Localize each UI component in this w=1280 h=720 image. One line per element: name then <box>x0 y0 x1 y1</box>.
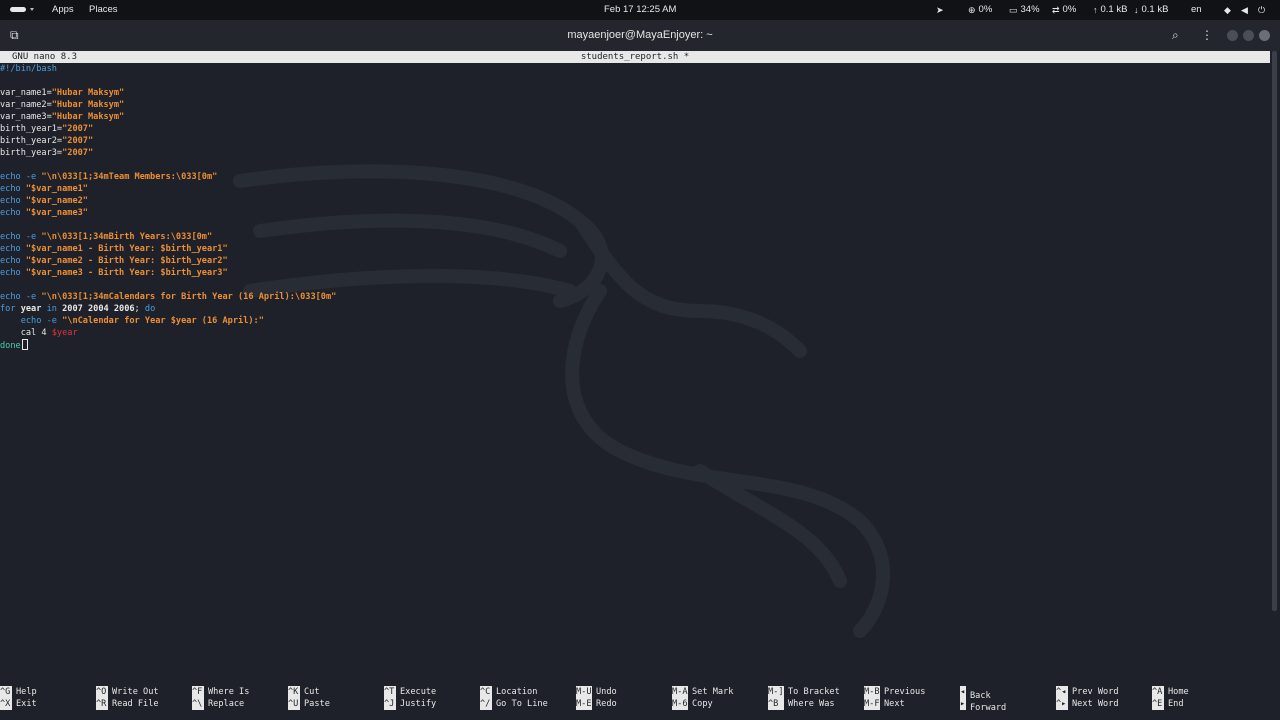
shortcut-setmark-copy[interactable]: M-A Set Mark M-6 Copy <box>672 686 733 710</box>
minimize-icon[interactable] <box>1227 30 1238 41</box>
code-line: birth_year2="2007" <box>0 136 94 146</box>
shortcut-undo-redo[interactable]: M-U Undo M-E Redo <box>576 686 617 710</box>
shortcut-writeout-readfile[interactable]: ^O Write Out ^R Read File <box>96 686 159 710</box>
code-line: #!/bin/bash <box>0 64 57 74</box>
maximize-icon[interactable] <box>1243 30 1254 41</box>
upload-icon: ↑ <box>1093 5 1098 15</box>
net-up-indicator[interactable]: ↑ 0.1 kB <box>1093 0 1127 20</box>
language-indicator[interactable]: en <box>1191 0 1202 20</box>
code-line: echo "$var_name1" <box>0 184 88 194</box>
code-line: echo "$var_name1 - Birth Year: $birth_ye… <box>0 244 228 254</box>
code-line: echo -e "\n\033[1;34mBirth Years:\033[0m… <box>0 232 213 242</box>
places-menu[interactable]: Places <box>89 0 118 20</box>
clock[interactable]: Feb 17 12:25 AM <box>604 0 676 20</box>
code-line: echo "$var_name3 - Birth Year: $birth_ye… <box>0 268 228 278</box>
code-line: var_name1="Hubar Maksym" <box>0 88 125 98</box>
chevron-down-icon[interactable] <box>30 8 34 11</box>
close-icon[interactable] <box>1259 30 1270 41</box>
code-line: echo -e "\n\033[1;34mTeam Members:\033[0… <box>0 172 218 182</box>
cpu-indicator[interactable]: ⊕ 0% <box>968 0 992 20</box>
activities-icon[interactable] <box>10 7 26 12</box>
code-line: var_name3="Hubar Maksym" <box>0 112 125 122</box>
code-line: echo -e "\n\033[1;34mCalendars for Birth… <box>0 292 337 302</box>
shortcut-back-forward[interactable]: ◂ Back ▸ Forward <box>960 686 1006 713</box>
search-icon[interactable]: ⌕ <box>1172 20 1179 51</box>
shortcut-location-gotoline[interactable]: ^C Location ^/Go To Line <box>480 686 548 710</box>
shortcut-whereis-replace[interactable]: ^F Where Is ^\ Replace <box>192 686 249 710</box>
shortcut-help-exit[interactable]: ^G Help ^X Exit <box>0 686 37 710</box>
apps-menu[interactable]: Apps <box>52 0 74 20</box>
shortcut-execute-justify[interactable]: ^T Execute ^J Justify <box>384 686 436 710</box>
shortcut-previous-next[interactable]: M-B Previous M-F Next <box>864 686 925 710</box>
text-cursor <box>21 339 28 350</box>
code-line: birth_year3="2007" <box>0 148 94 158</box>
download-icon: ↓ <box>1134 5 1139 15</box>
terminal-scrollbar[interactable] <box>1272 51 1277 611</box>
nano-filename: students_report.sh * <box>580 52 690 62</box>
code-line: echo "$var_name2" <box>0 196 88 206</box>
shortcut-prevword-nextword[interactable]: ^◂ Prev Word ^▸ Next Word <box>1056 686 1119 710</box>
volume-icon[interactable]: ◀ <box>1241 0 1248 20</box>
telegram-icon[interactable]: ➤ <box>936 0 944 20</box>
top-panel: Apps Places Feb 17 12:25 AM ➤ ⊕ 0% ▭ 34% ⇄… <box>0 0 1280 20</box>
shortcut-cut-paste[interactable]: ^K Cut ^U Paste <box>288 686 330 710</box>
nano-header: GNU nano 8.3 students_report.sh * <box>0 51 1270 63</box>
code-line: echo "$var_name2 - Birth Year: $birth_ye… <box>0 256 228 266</box>
shortcut-bar: ^G Help ^X Exit ^O Write Out ^R Read File ^F… <box>0 686 1280 713</box>
code-line: for year in 2007 2004 2006; do <box>0 304 156 314</box>
power-icon[interactable]: ⏻ <box>1258 0 1265 20</box>
shortcut-home-end[interactable]: ^A Home ^E End <box>1152 686 1189 710</box>
memory-indicator[interactable]: ▭ 34% <box>1009 0 1040 20</box>
cpu-icon: ⊕ <box>968 5 976 15</box>
shortcut-tobracket-wherewas[interactable]: M-] To Bracket ^B Where Was <box>768 686 840 710</box>
net-down-indicator[interactable]: ↓ 0.1 kB <box>1134 0 1168 20</box>
wifi-icon[interactable]: ◆ <box>1224 0 1231 20</box>
code-line: var_name2="Hubar Maksym" <box>0 100 125 110</box>
code-line: echo "$var_name3" <box>0 208 88 218</box>
window-title: mayaenjoer@MayaEnjoyer: ~ <box>567 29 713 41</box>
code-line: birth_year1="2007" <box>0 124 94 134</box>
swap-icon: ⇄ <box>1052 5 1060 15</box>
editor-buffer[interactable]: #!/bin/bash var_name1="Hubar Maksym" var… <box>0 63 1270 673</box>
memory-icon: ▭ <box>1009 5 1018 15</box>
code-line: done <box>0 339 1270 351</box>
terminal-titlebar: ⧉ mayaenjoer@MayaEnjoyer: ~ ⌕ ⋮ <box>0 20 1280 51</box>
code-line: echo -e "\nCalendar for Year $year (16 A… <box>20 316 264 326</box>
menu-icon[interactable]: ⋮ <box>1201 20 1213 51</box>
swap-indicator[interactable]: ⇄ 0% <box>1052 0 1076 20</box>
code-line: cal 4 $year <box>0 328 78 338</box>
